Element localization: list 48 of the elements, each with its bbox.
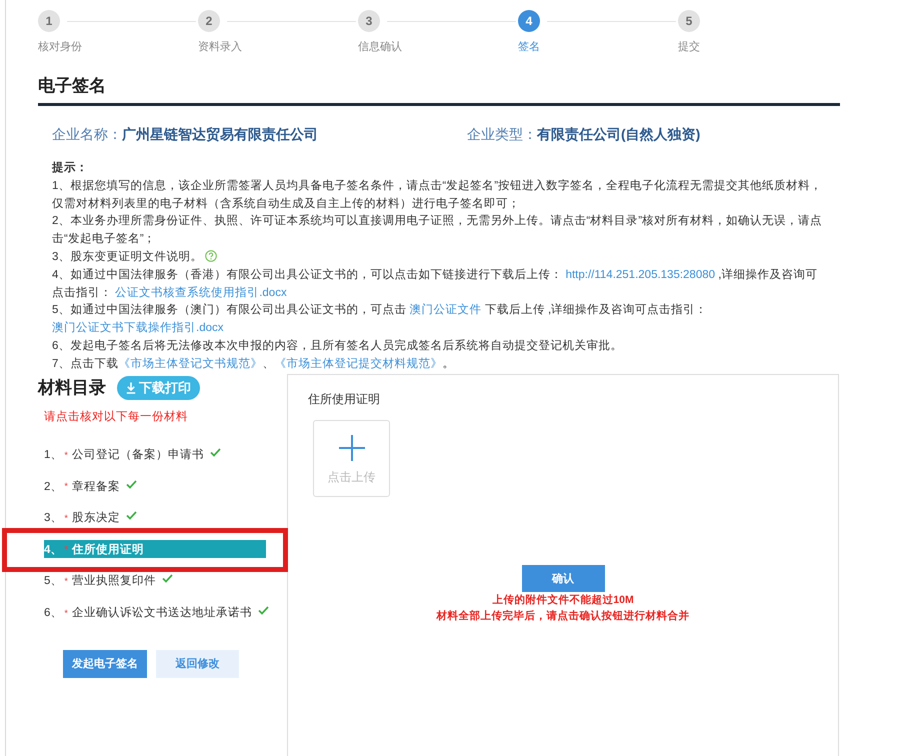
tip-text: 1、根据您填写的信息，该企业所需签署人员均具备电子签名条件，请点击“发起签名”按钮进入数字签名，全程电子化流程无需提交其他纸质材料，仅需对材料列表里的电子材料（含系统自动生成及自主上传的材料）进行电子签名即可； [52,178,824,212]
company-name-label: 企业名称： [52,126,122,142]
material-item[interactable]: 5、 * 营业执照复印件 [44,572,266,590]
tip-text: 4、如通过中国法律服务（香港）有限公司出具公证文书的，可以点击如下链接进行下载后上传： http://114.251.205.135:28080 ,详细操作及咨询可点击指引： 公证文书核查系统使用指引.docx [52,267,818,301]
material-item[interactable]: 6、 * 企业确认诉讼文书送达地址承诺书 [44,604,269,622]
tip-text: 3、股东变更证明文件说明。 [52,248,828,267]
company-type: 有限责任公司(自然人独资) [537,126,700,142]
upload-note: 上传的附件文件不能超过10M [492,592,634,608]
material-item[interactable]: 4、 * 住所使用证明 [44,540,266,558]
tip-text: 6、发起电子签名后将无法修改本次申报的内容，且所有签名人员完成签名后系统将自动提交登记机关审批。 [52,338,624,354]
plus-icon [338,434,364,461]
step-label: 提交 [678,41,700,54]
help-icon [205,250,218,262]
upload-title: 住所使用证明 [308,392,380,406]
download-icon [126,382,136,394]
step-number: 5 [678,10,700,32]
material-item[interactable]: 3、 * 股东决定 [44,508,266,527]
company-type-label: 企业类型： [467,126,537,142]
step-number: 1 [38,10,60,32]
step-label: 资料录入 [198,41,242,54]
link[interactable]: 《市场主体登记文书规范》 [118,358,262,370]
link[interactable]: 《市场主体登记提交材料规范》 [274,358,442,370]
step-number: 3 [358,10,380,32]
link[interactable]: http://114.251.205.135:28080 [566,268,716,281]
link[interactable]: 公证文书核查系统使用指引.docx [115,286,287,299]
upload-button[interactable]: 点击上传 [313,420,390,497]
upload-note: 材料全部上传完毕后，请点击确认按钮进行材料合并 [436,608,690,624]
tip-text: 5、如通过中国法律服务（澳门）有限公司出具公证文书的，可点击 澳门公证文件 下载后上传 ,详细操作及咨询可点击指引： 澳门公证文书下载操作指引.docx [52,302,708,336]
instruction-text: 请点击核对以下每一份材料 [44,410,188,425]
section-title: 电子签名 [38,75,840,106]
tips-title: 提示： [52,160,88,176]
material-item[interactable]: 1、 * 公司登记（备案）申请书 [44,446,266,464]
step-label: 签名 [518,41,540,54]
download-button[interactable]: 下载打印 [117,376,200,400]
company-name: 广州星链智达贸易有限责任公司 [122,126,318,142]
sign-button[interactable]: 发起电子签名 [63,650,147,678]
step-label: 核对身份 [38,41,82,54]
link[interactable]: 澳门公证文件 [410,304,482,316]
step-number: 4 [518,10,540,32]
tip-text: 2、本业务办理所需身份证件、执照、许可证本系统均可以直接调用电子证照，无需另外上传。请点击“材料目录”核对所有材料，如确认无误，请点击“发起电子签名”； [52,213,824,248]
step-number: 2 [198,10,220,32]
link[interactable]: 澳门公证文书下载操作指引.docx [52,322,224,334]
confirm-button[interactable]: 确认 [522,564,604,592]
materials-title: 材料目录 [38,376,106,399]
material-item[interactable]: 2、 * 章程备案 [44,477,266,496]
back-button[interactable]: 返回修改 [156,650,239,678]
tip-text: 7、点击下载《市场主体登记文书规范》、《市场主体登记提交材料规范》。 [52,356,456,372]
step-label: 信息确认 [358,41,402,54]
